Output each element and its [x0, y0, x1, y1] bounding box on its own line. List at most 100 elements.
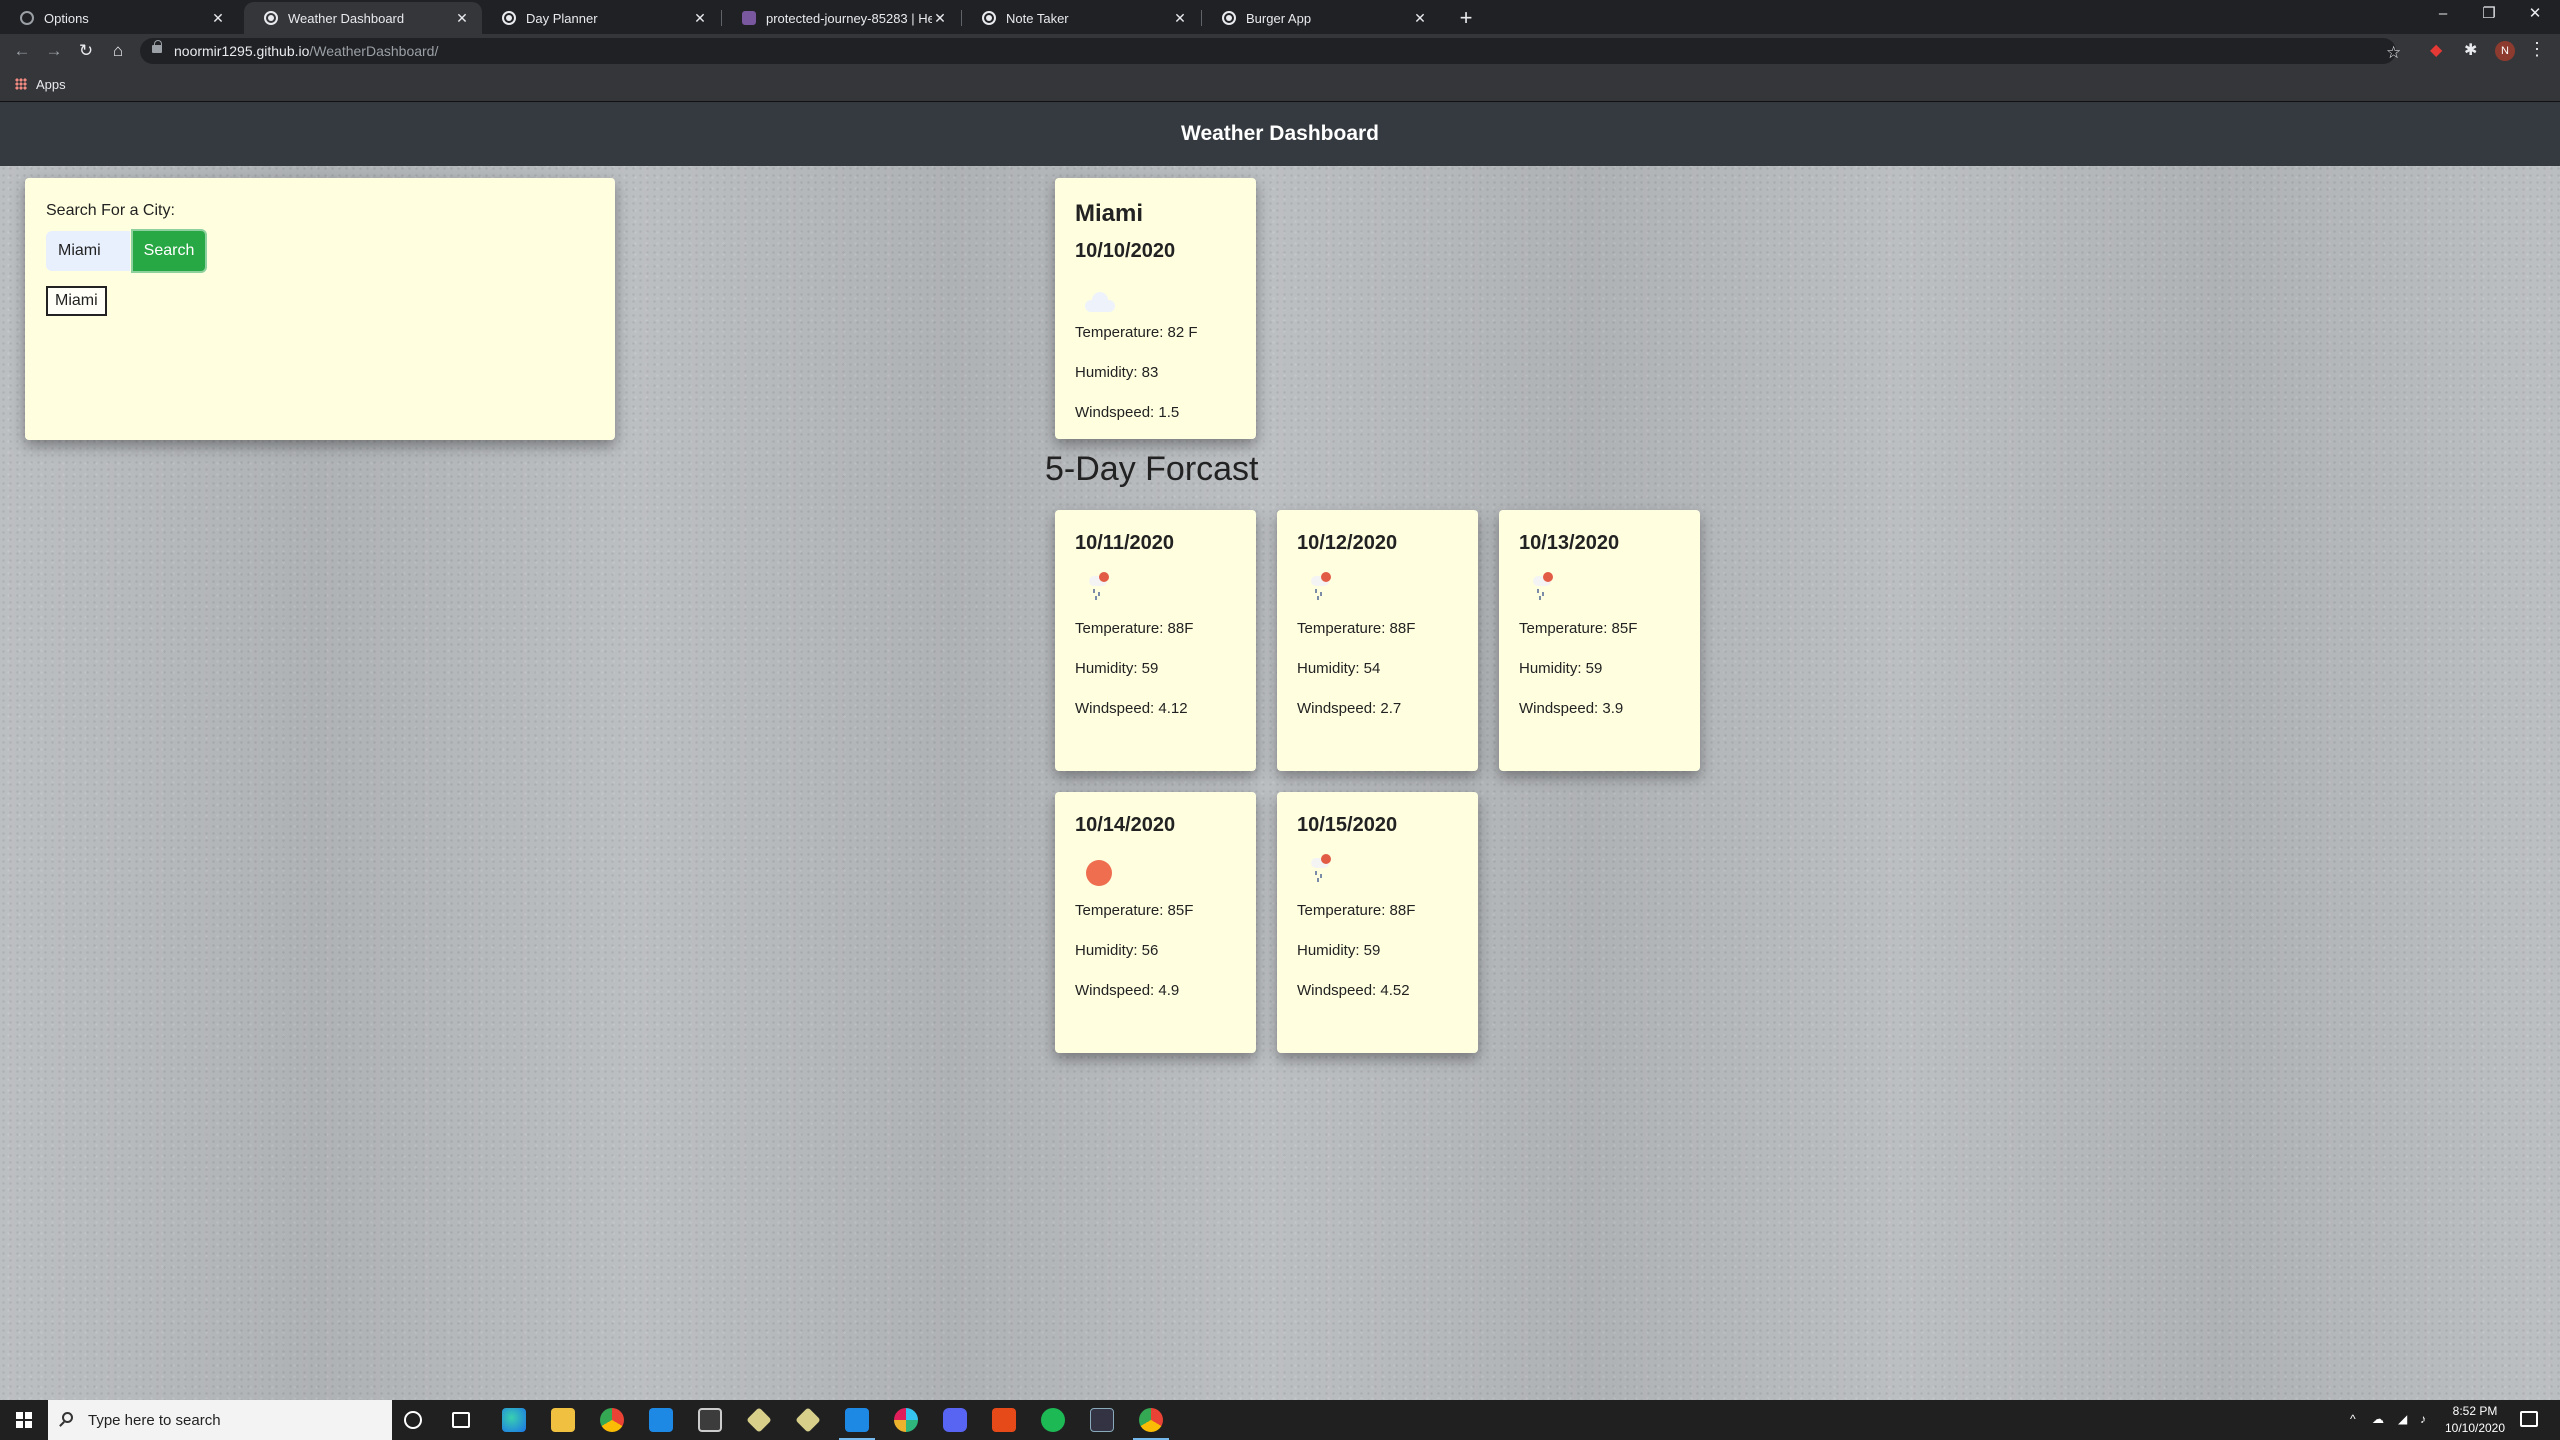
app-icon[interactable]: [1090, 1408, 1114, 1432]
edge-icon[interactable]: [502, 1408, 526, 1432]
mail-icon[interactable]: [649, 1408, 673, 1432]
url-path: /WeatherDashboard/: [309, 43, 439, 59]
home-button[interactable]: ⌂: [104, 37, 132, 65]
forecast-humidity: Humidity: 59: [1075, 660, 1159, 677]
search-label: Search For a City:: [46, 202, 175, 219]
current-temperature: Temperature: 82 F: [1075, 324, 1198, 341]
extensions-puzzle-icon[interactable]: ✱: [2464, 41, 2484, 61]
tab-title: Day Planner: [526, 10, 598, 26]
forecast-date: 10/14/2020: [1075, 814, 1176, 836]
reload-button[interactable]: ↻: [72, 37, 100, 65]
page-content: Weather Dashboard Search For a City: Sea…: [0, 102, 2560, 1400]
forecast-date: 10/12/2020: [1297, 532, 1398, 554]
close-icon[interactable]: ✕: [1172, 10, 1188, 27]
close-icon[interactable]: ✕: [1412, 10, 1428, 27]
store-icon[interactable]: [698, 1408, 722, 1432]
current-city: Miami: [1075, 200, 1144, 227]
forecast-windspeed: Windspeed: 2.7: [1297, 700, 1402, 717]
close-icon[interactable]: ✕: [932, 10, 948, 27]
git-icon[interactable]: [746, 1407, 772, 1433]
apps-bookmark[interactable]: Apps: [36, 77, 66, 92]
current-date: 10/10/2020: [1075, 240, 1176, 262]
close-icon[interactable]: ✕: [210, 10, 226, 27]
github-favicon-icon: [264, 11, 278, 25]
rain-icon: [1085, 572, 1113, 602]
tab-burger-app[interactable]: Burger App ✕: [1202, 2, 1440, 34]
close-icon[interactable]: ✕: [692, 10, 708, 27]
sun-icon: [1086, 860, 1112, 886]
taskbar: Type here to search ^ ☁ ◢ ♪ 8:52 PM 10/1…: [0, 1400, 2560, 1440]
forecast-temperature: Temperature: 88F: [1075, 620, 1194, 637]
tab-title: Options: [44, 10, 89, 26]
github-favicon-icon: [982, 11, 996, 25]
url-host: noormir1295.github.io: [174, 43, 310, 59]
tab-day-planner[interactable]: Day Planner ✕: [482, 2, 720, 34]
taskbar-search-box[interactable]: Type here to search: [48, 1400, 392, 1440]
page-title: Weather Dashboard: [0, 102, 2560, 166]
onedrive-icon[interactable]: ☁: [2372, 1412, 2384, 1426]
forecast-date: 10/13/2020: [1519, 532, 1620, 554]
rain-icon: [1529, 572, 1557, 602]
close-icon[interactable]: ✕: [454, 10, 470, 27]
network-icon[interactable]: ◢: [2398, 1412, 2407, 1426]
minimize-button[interactable]: –: [2420, 0, 2466, 30]
tab-weather-dashboard[interactable]: Weather Dashboard ✕: [244, 2, 482, 34]
forecast-temperature: Temperature: 85F: [1519, 620, 1638, 637]
search-panel: Search For a City: Search Miami: [25, 178, 615, 440]
forecast-temperature: Temperature: 88F: [1297, 620, 1416, 637]
tab-options[interactable]: Options ✕: [0, 2, 238, 34]
spotify-icon[interactable]: [1041, 1408, 1065, 1432]
new-tab-button[interactable]: +: [1452, 4, 1480, 32]
file-explorer-icon[interactable]: [551, 1408, 575, 1432]
vscode-icon[interactable]: [845, 1408, 869, 1432]
forecast-temperature: Temperature: 88F: [1297, 902, 1416, 919]
profile-avatar[interactable]: N: [2495, 41, 2515, 61]
github-favicon-icon: [502, 11, 516, 25]
forecast-date: 10/15/2020: [1297, 814, 1398, 836]
forecast-card: 10/15/2020 Temperature: 88F Humidity: 59…: [1277, 792, 1478, 1053]
search-icon: [62, 1412, 73, 1423]
discord-icon[interactable]: [943, 1408, 967, 1432]
history-city-button[interactable]: Miami: [46, 286, 107, 316]
tab-note-taker[interactable]: Note Taker ✕: [962, 2, 1200, 34]
git-icon[interactable]: [795, 1407, 821, 1433]
tray-chevron-icon[interactable]: ^: [2350, 1412, 2356, 1426]
restore-button[interactable]: ❐: [2466, 0, 2512, 30]
forecast-title: 5-Day Forcast: [1045, 450, 1259, 488]
window-close-button[interactable]: ✕: [2512, 0, 2558, 30]
forecast-windspeed: Windspeed: 4.12: [1075, 700, 1188, 717]
bookmark-star-icon[interactable]: ☆: [2386, 43, 2401, 63]
cortana-icon[interactable]: [404, 1411, 422, 1429]
tab-heroku[interactable]: protected-journey-85283 | Herok ✕: [722, 2, 960, 34]
forecast-card: 10/12/2020 Temperature: 88F Humidity: 54…: [1277, 510, 1478, 771]
apps-grid-icon[interactable]: [15, 78, 27, 90]
heroku-favicon-icon: [742, 11, 756, 25]
forecast-date: 10/11/2020: [1075, 532, 1174, 554]
clock-date: 10/10/2020: [2444, 1421, 2506, 1435]
forecast-card: 10/13/2020 Temperature: 85F Humidity: 59…: [1499, 510, 1700, 771]
browser-toolbar: ← → ↻ ⌂ noormir1295.github.io/WeatherDas…: [0, 34, 2560, 68]
chrome-icon[interactable]: [600, 1408, 624, 1432]
menu-kebab-icon[interactable]: ⋮: [2528, 39, 2546, 60]
forward-button[interactable]: →: [40, 37, 68, 65]
address-bar[interactable]: noormir1295.github.io/WeatherDashboard/ …: [140, 38, 2401, 64]
tab-strip: Options ✕ Weather Dashboard ✕ Day Planne…: [0, 0, 2560, 34]
clock-time: 8:52 PM: [2452, 1404, 2498, 1418]
forecast-windspeed: Windspeed: 4.9: [1075, 982, 1180, 999]
windows-start-icon[interactable]: [16, 1412, 32, 1428]
options-favicon-icon: [20, 11, 34, 25]
task-view-icon[interactable]: [452, 1412, 470, 1428]
extension-icon[interactable]: ◆: [2430, 41, 2450, 61]
current-windspeed: Windspeed: 1.5: [1075, 404, 1180, 421]
current-humidity: Humidity: 83: [1075, 364, 1159, 381]
back-button[interactable]: ←: [8, 37, 36, 65]
search-button[interactable]: Search: [131, 229, 207, 273]
notifications-icon[interactable]: [2520, 1411, 2538, 1427]
chrome-icon[interactable]: [1139, 1408, 1163, 1432]
city-search-input[interactable]: [46, 231, 130, 271]
forecast-windspeed: Windspeed: 4.52: [1297, 982, 1410, 999]
slack-icon[interactable]: [894, 1408, 918, 1432]
office-icon[interactable]: [992, 1408, 1016, 1432]
volume-icon[interactable]: ♪: [2420, 1412, 2426, 1426]
taskbar-clock[interactable]: 8:52 PM 10/10/2020: [2440, 1403, 2510, 1437]
